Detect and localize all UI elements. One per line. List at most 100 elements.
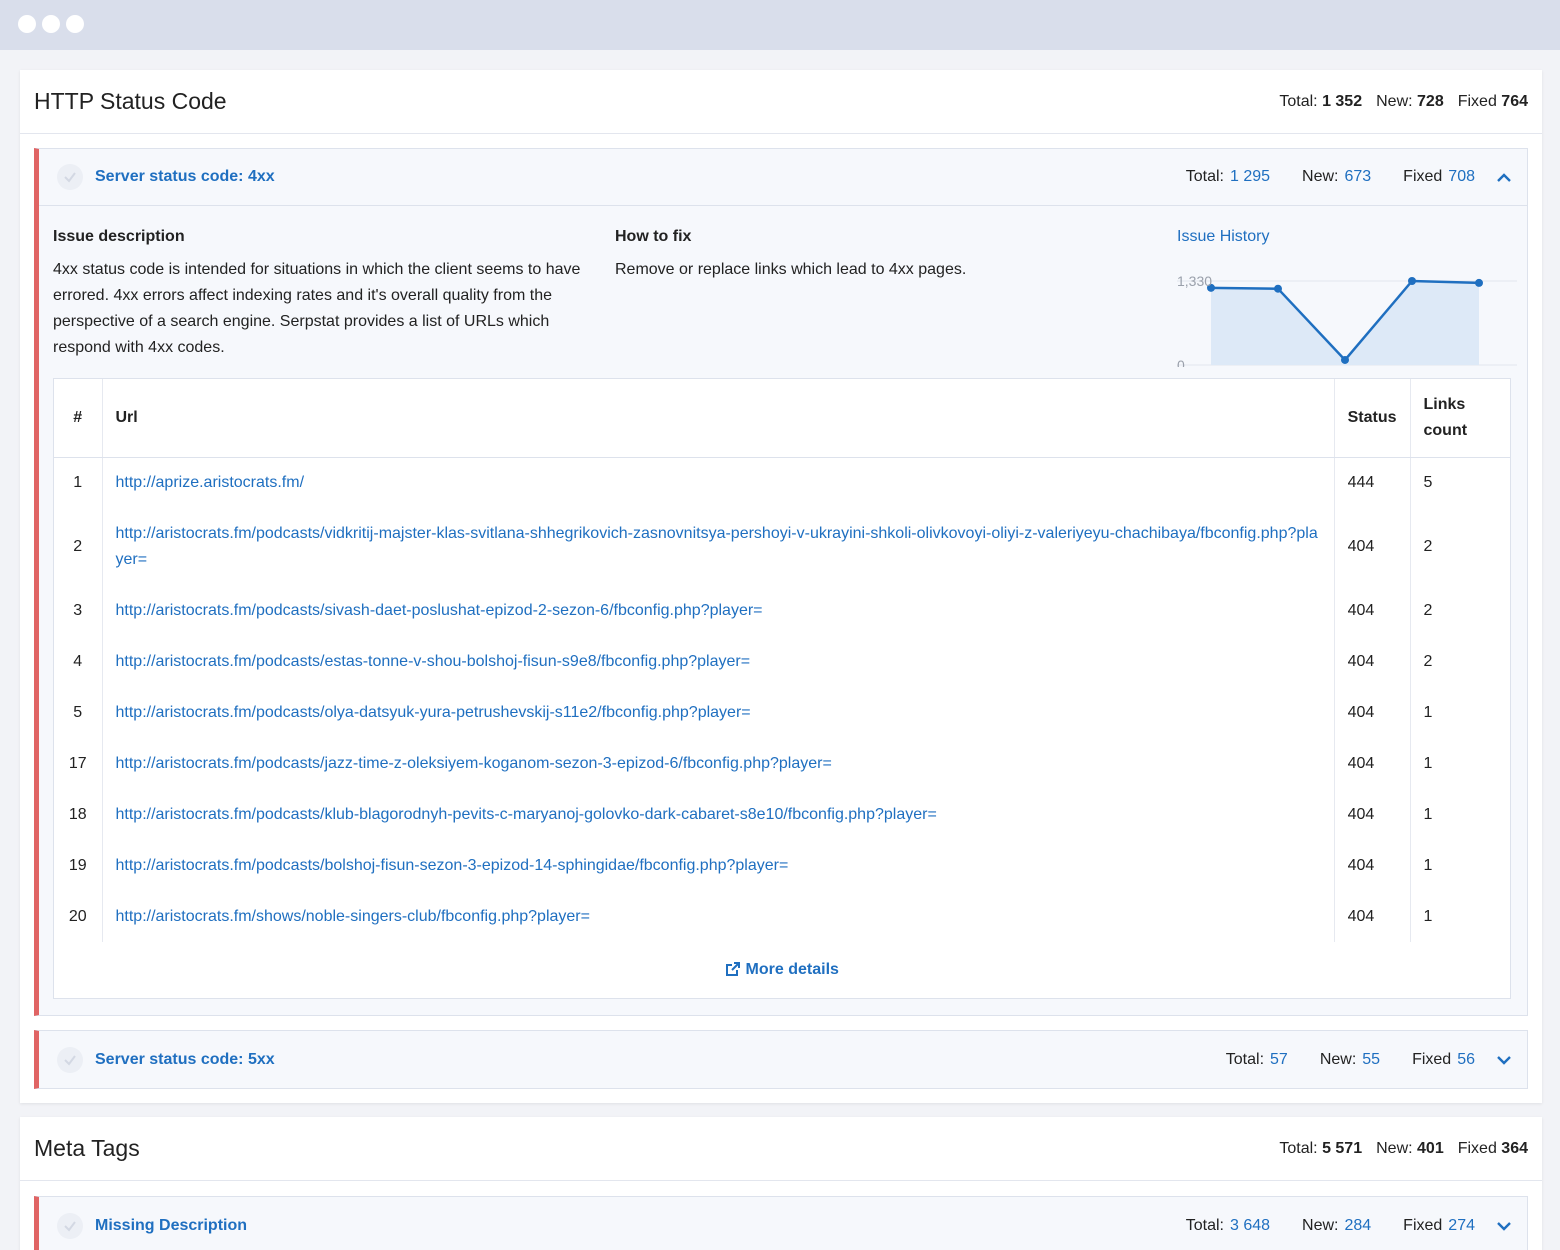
new-stat: New: 673 [1302,168,1372,185]
row-links-count: 1 [1409,789,1510,840]
history-point [1475,278,1483,287]
total-stat: Total: 5 571 [1279,1139,1363,1157]
url-link[interactable]: http://aristocrats.fm/podcasts/jazz-time… [116,755,832,772]
table-row: 3 http://aristocrats.fm/podcasts/sivash-d… [54,585,1510,636]
issue-totals: Total: 1 295 New: 673 Fixed 708 [1154,168,1513,186]
new-link[interactable]: 673 [1344,168,1371,185]
col-header-links-count[interactable]: Links count [1409,379,1510,458]
row-links-count: 2 [1409,636,1510,687]
table-row: 1 http://aprize.aristocrats.fm/444 5 [54,457,1510,508]
new-stat: New: 401 [1376,1139,1444,1157]
row-url-cell: http://aristocrats.fm/podcasts/sivash-da… [101,585,1335,636]
new-stat: New: 55 [1319,1050,1381,1068]
y-tick-label: 1,330 [1177,273,1212,289]
issue-title-link[interactable]: Missing Description [95,1217,247,1235]
row-number: 19 [68,856,87,874]
new-link[interactable]: 284 [1344,1217,1371,1234]
table-row: 5 http://aristocrats.fm/podcasts/olya-dat… [54,687,1510,738]
row-url-cell: http://aristocrats.fm/podcasts/estas-ton… [101,636,1335,687]
row-number: 1 [73,473,83,491]
row-number: 5 [73,703,83,721]
url-link[interactable]: http://aristocrats.fm/podcasts/olya-dats… [116,704,751,721]
section-totals: Total: 1 352 New: 728 Fixed 764 [1279,93,1528,111]
url-link[interactable]: http://aristocrats.fm/podcasts/estas-ton… [116,653,751,670]
row-number: 4 [73,652,83,670]
table-row: 2 http://aristocrats.fm/podcasts/vidkriti… [54,508,1510,585]
history-point [1341,355,1349,364]
y-tick-label: 0 [1177,357,1185,367]
section-title: Meta Tags [34,1135,140,1161]
issue-history: Issue History 1,330 0 [1177,224,1517,376]
new-stat: New: 728 [1376,92,1444,110]
section-header: HTTP Status Code Total: 1 352 New: 728 F… [20,70,1542,134]
total-link[interactable]: 57 [1270,1051,1288,1068]
window-minimize-dot[interactable] [42,15,60,33]
issue-header-4xx[interactable]: Server status code: 4xx Total: 1 295 New:… [39,149,1527,206]
row-status: 404 [1333,687,1410,738]
row-number: 18 [68,805,87,823]
table-row: 20 http://aristocrats.fm/shows/noble-sing… [54,891,1510,942]
fixed-link[interactable]: 56 [1457,1051,1475,1068]
fixed-stat: Fixed 56 [1412,1050,1475,1068]
more-details-link[interactable]: More details [54,942,1510,998]
col-header-url[interactable]: Url [101,379,1335,458]
chevron-up-icon[interactable] [1495,168,1513,186]
how-to-fix-title: How to fix [615,228,692,245]
total-stat: Total: 1 352 [1279,92,1363,110]
url-table: # Url Status Links count 1 http://aprize.… [53,378,1511,999]
history-area [1211,281,1479,365]
window-titlebar [0,0,1560,50]
row-status: 404 [1333,585,1410,636]
url-link[interactable]: http://aristocrats.fm/podcasts/sivash-da… [116,602,763,619]
check-circle-icon[interactable] [57,164,83,190]
issue-header-5xx[interactable]: Server status code: 5xx Total: 57 New: 55 … [39,1031,1527,1088]
issue-group-missing-description: Missing Description Total: 3 648 New: 284 … [34,1196,1528,1250]
total-stat: Total: 57 [1225,1050,1288,1068]
chevron-down-icon[interactable] [1495,1051,1513,1069]
row-status: 404 [1333,840,1410,891]
url-link[interactable]: http://aristocrats.fm/podcasts/vidkritij… [116,525,1318,568]
fixed-link[interactable]: 708 [1448,168,1475,185]
row-number: 2 [73,537,83,555]
url-link[interactable]: http://aristocrats.fm/podcasts/klub-blag… [116,806,937,823]
issue-history-chart: 1,330 0 [1177,273,1517,373]
window-maximize-dot[interactable] [66,15,84,33]
table-row: 18 http://aristocrats.fm/podcasts/klub-bl… [54,789,1510,840]
issue-title-link[interactable]: Server status code: 4xx [95,168,275,186]
issue-header-missing-description[interactable]: Missing Description Total: 3 648 New: 284 … [39,1197,1527,1250]
row-url-cell: http://aprize.aristocrats.fm/ [101,457,1335,508]
check-circle-icon[interactable] [57,1212,83,1239]
issue-group-5xx: Server status code: 5xx Total: 57 New: 55 … [34,1030,1528,1089]
window-close-dot[interactable] [18,15,36,33]
row-number: 3 [73,601,83,619]
section-meta-tags: Meta Tags Total: 5 571 New: 401 Fixed 36… [20,1117,1542,1250]
total-link[interactable]: 1 295 [1230,168,1270,185]
total-link[interactable]: 3 648 [1230,1217,1270,1234]
new-link[interactable]: 55 [1362,1051,1380,1068]
fixed-stat: Fixed 764 [1457,92,1528,110]
chevron-down-icon[interactable] [1495,1217,1513,1235]
table-row: 17 http://aristocrats.fm/podcasts/jazz-ti… [54,738,1510,789]
row-number: 20 [68,907,87,925]
row-status: 404 [1333,738,1410,789]
external-link-icon [726,962,741,976]
issue-group-4xx: Server status code: 4xx Total: 1 295 New:… [34,148,1528,1016]
issue-history-title[interactable]: Issue History [1177,224,1517,250]
history-point [1408,277,1416,285]
row-status: 404 [1333,789,1410,840]
fixed-link[interactable]: 274 [1448,1217,1475,1234]
url-link[interactable]: http://aprize.aristocrats.fm/ [116,474,305,491]
url-link[interactable]: http://aristocrats.fm/shows/noble-singer… [116,908,590,925]
issue-details: Issue description 4xx status code is int… [39,206,1527,999]
col-header-num: # [54,379,102,458]
check-circle-icon[interactable] [57,1046,83,1073]
row-status: 404 [1333,891,1410,942]
fixed-stat: Fixed 364 [1457,1139,1528,1157]
row-status: 404 [1333,508,1410,585]
col-header-status[interactable]: Status [1333,379,1410,458]
url-link[interactable]: http://aristocrats.fm/podcasts/bolshoj-f… [116,857,789,874]
issue-title-link[interactable]: Server status code: 5xx [95,1051,275,1069]
row-links-count: 2 [1409,585,1510,636]
row-url-cell: http://aristocrats.fm/shows/noble-singer… [101,891,1335,942]
total-stat: Total: 3 648 [1185,1216,1271,1234]
